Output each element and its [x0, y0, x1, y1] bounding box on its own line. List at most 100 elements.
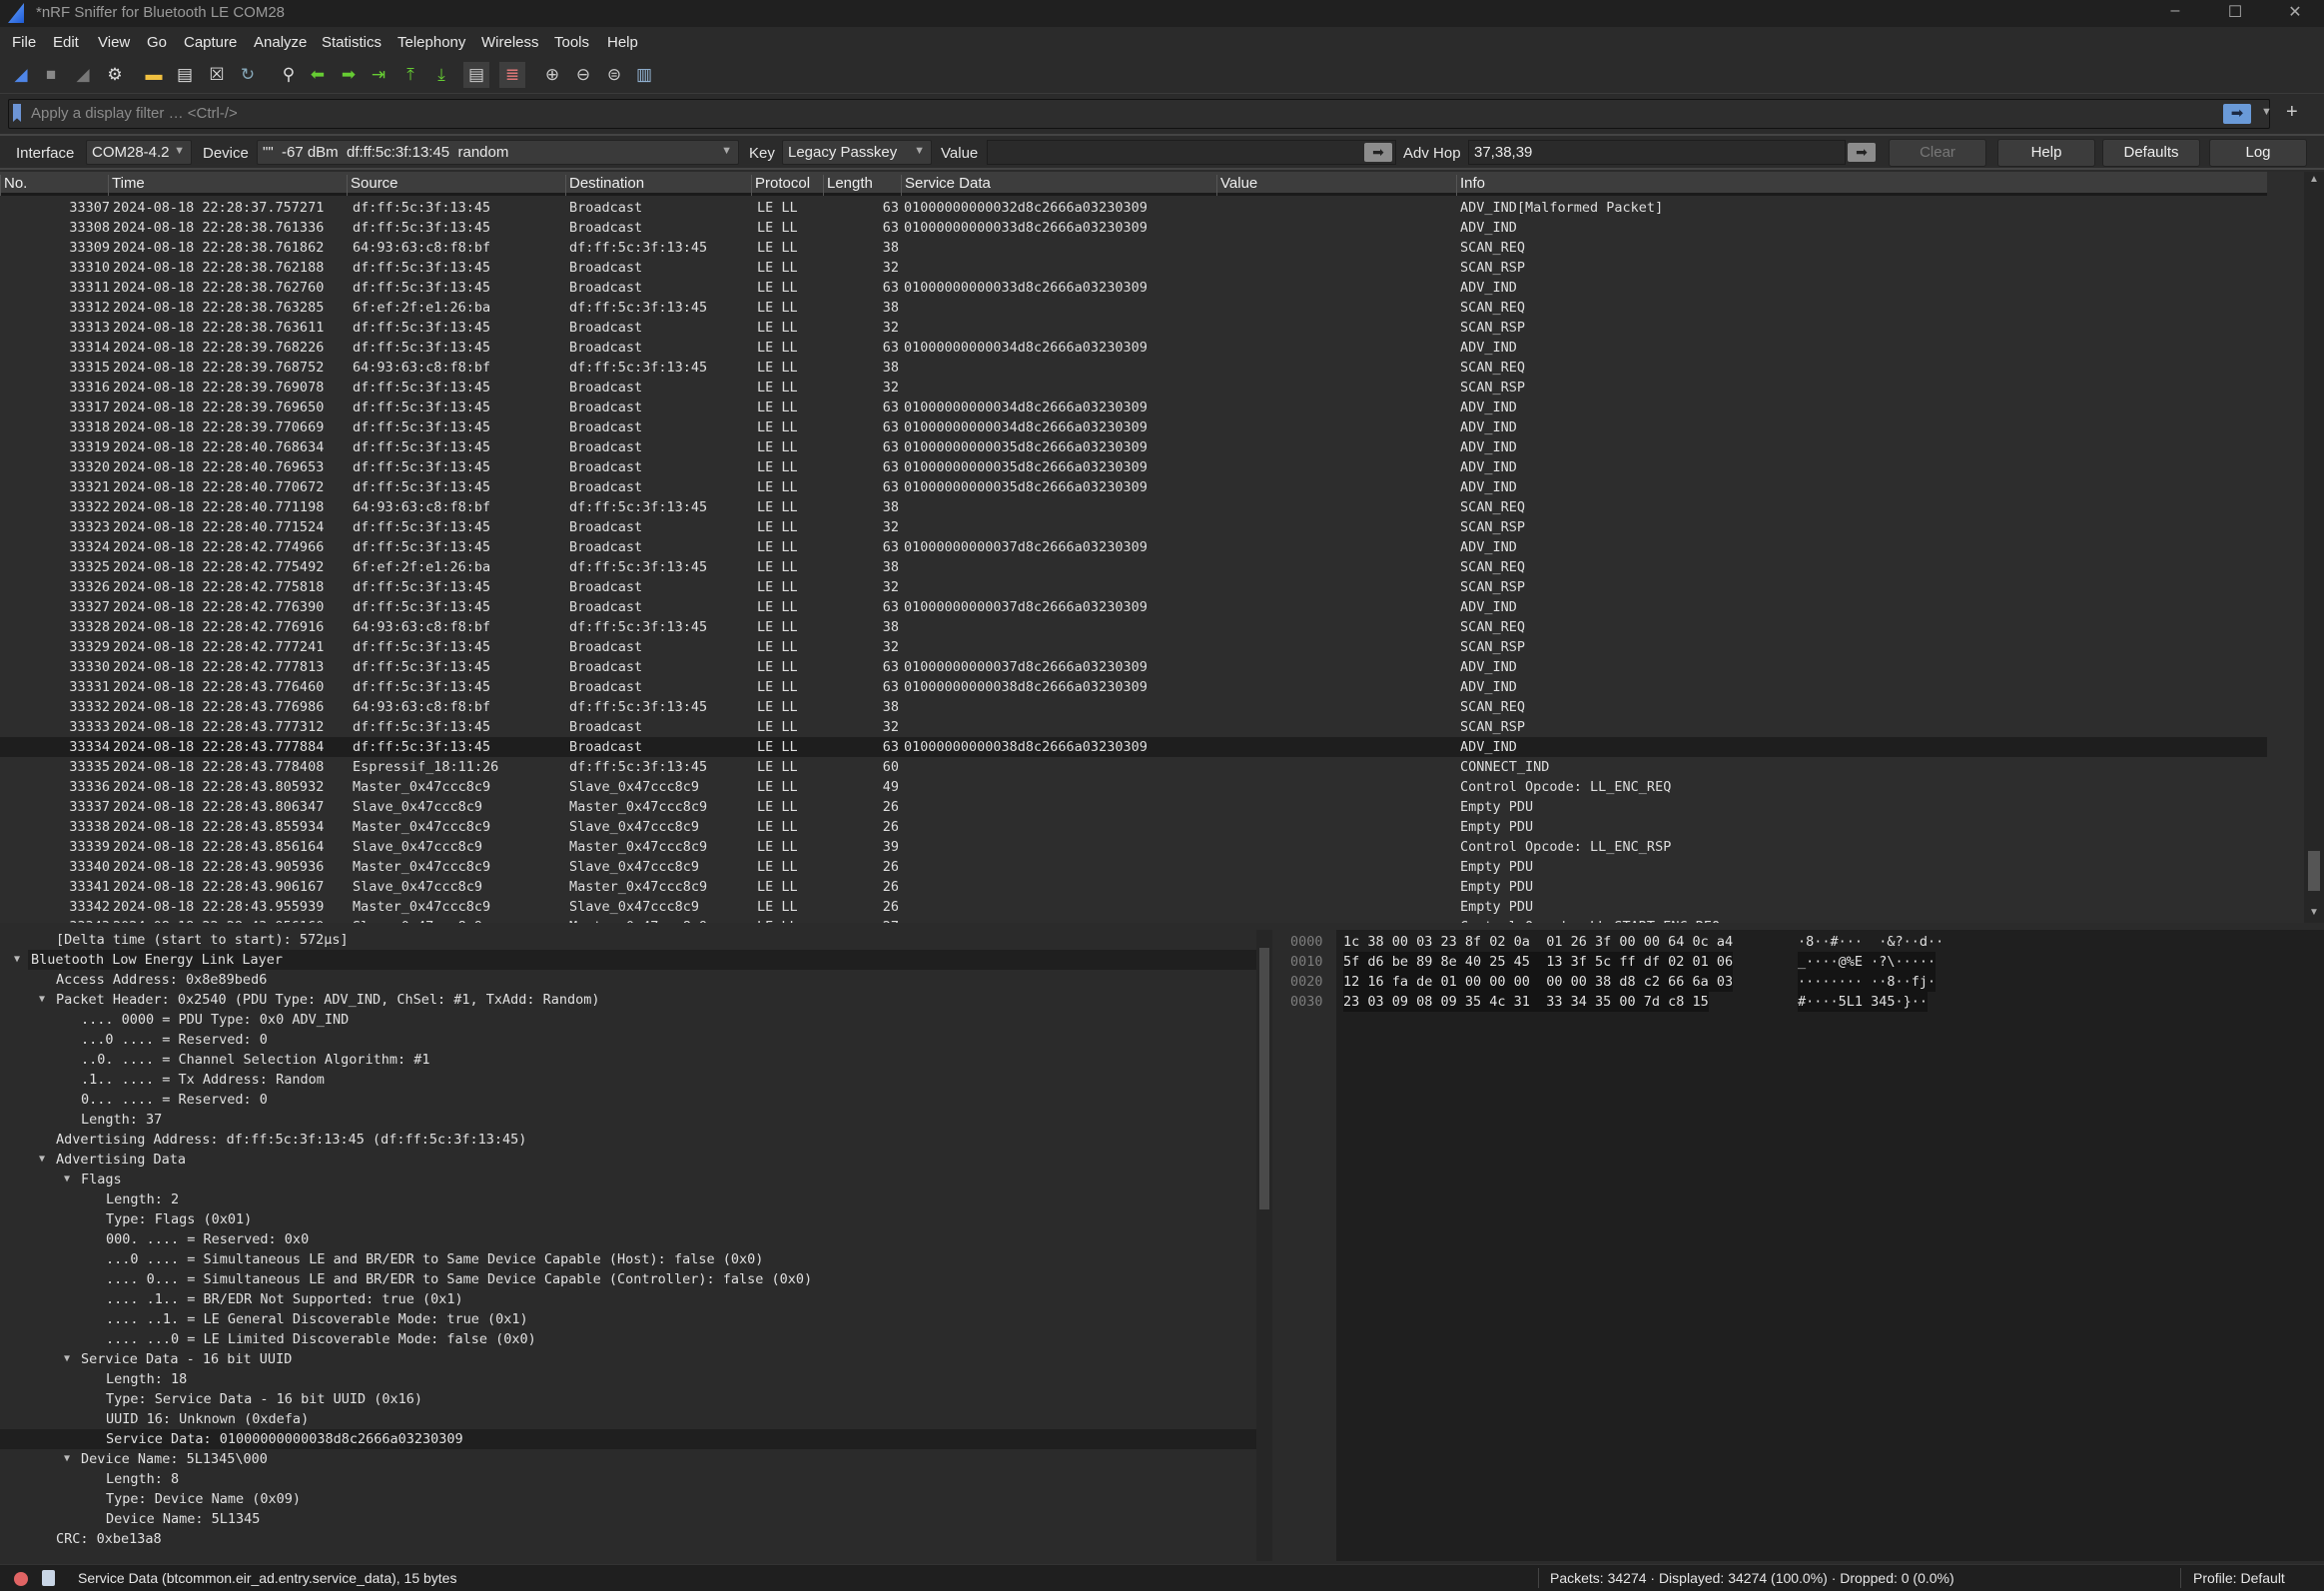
packet-bytes-pane[interactable]: 0000 1c 38 00 03 23 8f 02 0a 01 26 3f 00 … — [1286, 930, 2324, 1561]
detail-tree-item[interactable]: Length: 8 — [0, 1469, 1256, 1489]
adv-hop-input[interactable]: 37,38,39 — [1468, 140, 1846, 165]
detail-tree-item[interactable]: 000. .... = Reserved: 0x0 — [0, 1229, 1256, 1249]
menu-file[interactable]: File — [12, 34, 36, 51]
menu-wireless[interactable]: Wireless — [481, 34, 539, 51]
help-button[interactable]: Help — [1997, 139, 2095, 167]
packet-row[interactable]: 33319 2024-08-18 22:28:40.768634 df:ff:5c:… — [0, 437, 2267, 457]
maximize-button[interactable]: ☐ — [2215, 2, 2255, 22]
packet-row[interactable]: 33335 2024-08-18 22:28:43.778408 Espressif… — [0, 757, 2267, 777]
add-filter-button[interactable]: + — [2286, 101, 2298, 124]
packet-row[interactable]: 33324 2024-08-18 22:28:42.774966 df:ff:5c:… — [0, 537, 2267, 557]
detail-tree-item[interactable]: .... ...0 = LE Limited Discoverable Mode… — [0, 1329, 1256, 1349]
expand-triangle-icon[interactable]: ▼ — [39, 1150, 45, 1170]
expert-info-icon[interactable] — [14, 1572, 28, 1586]
ascii-bytes[interactable]: _····@%E ·?\····· — [1798, 952, 1937, 972]
packet-row[interactable]: 33315 2024-08-18 22:28:39.768752 64:93:63:… — [0, 358, 2267, 378]
detail-tree-item[interactable]: CRC: 0xbe13a8 — [0, 1529, 1256, 1549]
packet-row[interactable]: 33337 2024-08-18 22:28:43.806347 Slave_0x4… — [0, 797, 2267, 817]
packet-row[interactable]: 33317 2024-08-18 22:28:39.769650 df:ff:5c:… — [0, 398, 2267, 417]
detail-tree-item[interactable]: ...0 .... = Reserved: 0 — [0, 1030, 1256, 1050]
detail-tree-item[interactable]: Type: Flags (0x01) — [0, 1209, 1256, 1229]
menu-view[interactable]: View — [98, 34, 130, 51]
clear-button[interactable]: Clear — [1889, 139, 1986, 167]
detail-tree-item[interactable]: ▼ Service Data - 16 bit UUID — [0, 1349, 1256, 1369]
detail-tree-item[interactable]: ▼ Advertising Data — [0, 1150, 1256, 1170]
packet-row[interactable]: 33318 2024-08-18 22:28:39.770669 df:ff:5c:… — [0, 417, 2267, 437]
expand-triangle-icon[interactable]: ▼ — [64, 1449, 70, 1469]
scrollbar-thumb[interactable] — [1259, 948, 1269, 1209]
first-packet-icon[interactable]: ⤒ — [399, 64, 421, 86]
expand-triangle-icon[interactable]: ▼ — [64, 1170, 70, 1190]
packet-row[interactable]: 33334 2024-08-18 22:28:43.777884 df:ff:5c:… — [0, 737, 2267, 757]
stop-icon[interactable]: ■ — [40, 64, 62, 86]
colorize-icon[interactable]: ≣ — [499, 62, 525, 88]
column-header-protocol[interactable]: Protocol — [751, 175, 810, 196]
scroll-up-icon[interactable]: ▲ — [2309, 174, 2319, 185]
packet-row[interactable]: 33314 2024-08-18 22:28:39.768226 df:ff:5c:… — [0, 338, 2267, 358]
packet-row[interactable]: 33329 2024-08-18 22:28:42.777241 df:ff:5c:… — [0, 637, 2267, 657]
detail-tree-item[interactable]: .... ..1. = LE General Discoverable Mode… — [0, 1309, 1256, 1329]
details-scrollbar[interactable] — [1256, 930, 1272, 1561]
menu-edit[interactable]: Edit — [53, 34, 79, 51]
packet-row[interactable]: 33313 2024-08-18 22:28:38.763611 df:ff:5c:… — [0, 318, 2267, 338]
packet-row[interactable]: 33321 2024-08-18 22:28:40.770672 df:ff:5c:… — [0, 477, 2267, 497]
bookmark-icon[interactable] — [13, 104, 21, 122]
packet-details-tree[interactable]: [Delta time (start to start): 572µs] ▼ Blu… — [0, 930, 1256, 1561]
packet-row[interactable]: 33311 2024-08-18 22:28:38.762760 df:ff:5c:… — [0, 278, 2267, 298]
interface-select[interactable]: COM28-4.2 ▼ — [86, 140, 192, 165]
column-header-service-data[interactable]: Service Data — [901, 175, 991, 196]
detail-tree-item[interactable]: Service Data: 01000000000038d8c2666a0323… — [0, 1429, 1256, 1449]
apply-adv-hop-button[interactable]: ➡ — [1848, 143, 1876, 162]
detail-tree-item[interactable]: Type: Device Name (0x09) — [0, 1489, 1256, 1509]
column-header-destination[interactable]: Destination — [565, 175, 644, 196]
packet-row[interactable]: 33338 2024-08-18 22:28:43.855934 Master_0x… — [0, 817, 2267, 837]
close-file-icon[interactable]: ☒ — [206, 64, 228, 86]
column-header-length[interactable]: Length — [823, 175, 873, 196]
expand-triangle-icon[interactable]: ▼ — [64, 1349, 70, 1369]
restart-icon[interactable]: ◢ — [72, 64, 94, 86]
last-packet-icon[interactable]: ⤓ — [430, 64, 452, 86]
reload-icon[interactable]: ↻ — [237, 64, 259, 86]
options-gear-icon[interactable]: ⚙ — [104, 64, 126, 86]
packet-row[interactable]: 33328 2024-08-18 22:28:42.776916 64:93:63:… — [0, 617, 2267, 637]
detail-tree-item[interactable]: Access Address: 0x8e89bed6 — [0, 970, 1256, 990]
packet-row[interactable]: 33325 2024-08-18 22:28:42.775492 6f:ef:2f:… — [0, 557, 2267, 577]
display-filter-bar[interactable]: Apply a display filter … <Ctrl-/> ➡ ▼ — [8, 99, 2272, 129]
log-button[interactable]: Log — [2209, 139, 2307, 167]
packet-row[interactable]: 33330 2024-08-18 22:28:42.777813 df:ff:5c:… — [0, 657, 2267, 677]
find-icon[interactable]: ⚲ — [278, 64, 300, 86]
open-folder-icon[interactable]: ▬ — [143, 64, 165, 86]
apply-filter-button[interactable]: ➡ — [2223, 104, 2251, 124]
packet-row[interactable]: 33332 2024-08-18 22:28:43.776986 64:93:63:… — [0, 697, 2267, 717]
save-file-icon[interactable]: ▤ — [174, 64, 196, 86]
packet-row[interactable]: 33312 2024-08-18 22:28:38.763285 6f:ef:2f:… — [0, 298, 2267, 318]
minimize-button[interactable]: – — [2155, 2, 2195, 20]
packet-row[interactable]: 33331 2024-08-18 22:28:43.776460 df:ff:5c:… — [0, 677, 2267, 697]
scrollbar-thumb[interactable] — [2308, 851, 2320, 891]
scroll-down-icon[interactable]: ▼ — [2309, 907, 2319, 918]
go-to-packet-icon[interactable]: ⇥ — [368, 64, 389, 86]
packet-row[interactable]: 33341 2024-08-18 22:28:43.906167 Slave_0x4… — [0, 877, 2267, 897]
shark-fin-start-icon[interactable]: ◢ — [10, 64, 32, 86]
packet-row[interactable]: 33322 2024-08-18 22:28:40.771198 64:93:63:… — [0, 497, 2267, 517]
close-button[interactable]: ✕ — [2275, 2, 2315, 22]
packet-row[interactable]: 33323 2024-08-18 22:28:40.771524 df:ff:5c:… — [0, 517, 2267, 537]
menu-tools[interactable]: Tools — [554, 34, 589, 51]
packet-list[interactable]: No. Time Source Destination Protocol Length Se… — [0, 172, 2304, 923]
menu-help[interactable]: Help — [607, 34, 638, 51]
device-select[interactable]: "" -67 dBm df:ff:5c:3f:13:45 random ▼ — [257, 140, 739, 165]
capture-comment-icon[interactable] — [42, 1570, 55, 1586]
detail-tree-item[interactable]: Length: 2 — [0, 1190, 1256, 1209]
detail-tree-item[interactable]: .... .1.. = BR/EDR Not Supported: true (… — [0, 1289, 1256, 1309]
packet-row[interactable]: 33336 2024-08-18 22:28:43.805932 Master_0x… — [0, 777, 2267, 797]
detail-tree-item[interactable]: ..0. .... = Channel Selection Algorithm:… — [0, 1050, 1256, 1070]
hex-bytes[interactable]: 5f d6 be 89 8e 40 25 45 13 3f 5c ff df 0… — [1343, 952, 1734, 972]
hex-bytes[interactable]: 23 03 09 08 09 35 4c 31 33 34 35 00 7d c… — [1343, 992, 1709, 1012]
detail-tree-item[interactable]: [Delta time (start to start): 572µs] — [0, 930, 1256, 950]
column-header-source[interactable]: Source — [347, 175, 398, 196]
packet-row[interactable]: 33316 2024-08-18 22:28:39.769078 df:ff:5c:… — [0, 378, 2267, 398]
menu-analyze[interactable]: Analyze — [254, 34, 307, 51]
expand-triangle-icon[interactable]: ▼ — [14, 950, 20, 970]
packet-row[interactable]: 33309 2024-08-18 22:28:38.761862 64:93:63:… — [0, 238, 2267, 258]
detail-tree-item[interactable]: 0... .... = Reserved: 0 — [0, 1090, 1256, 1110]
